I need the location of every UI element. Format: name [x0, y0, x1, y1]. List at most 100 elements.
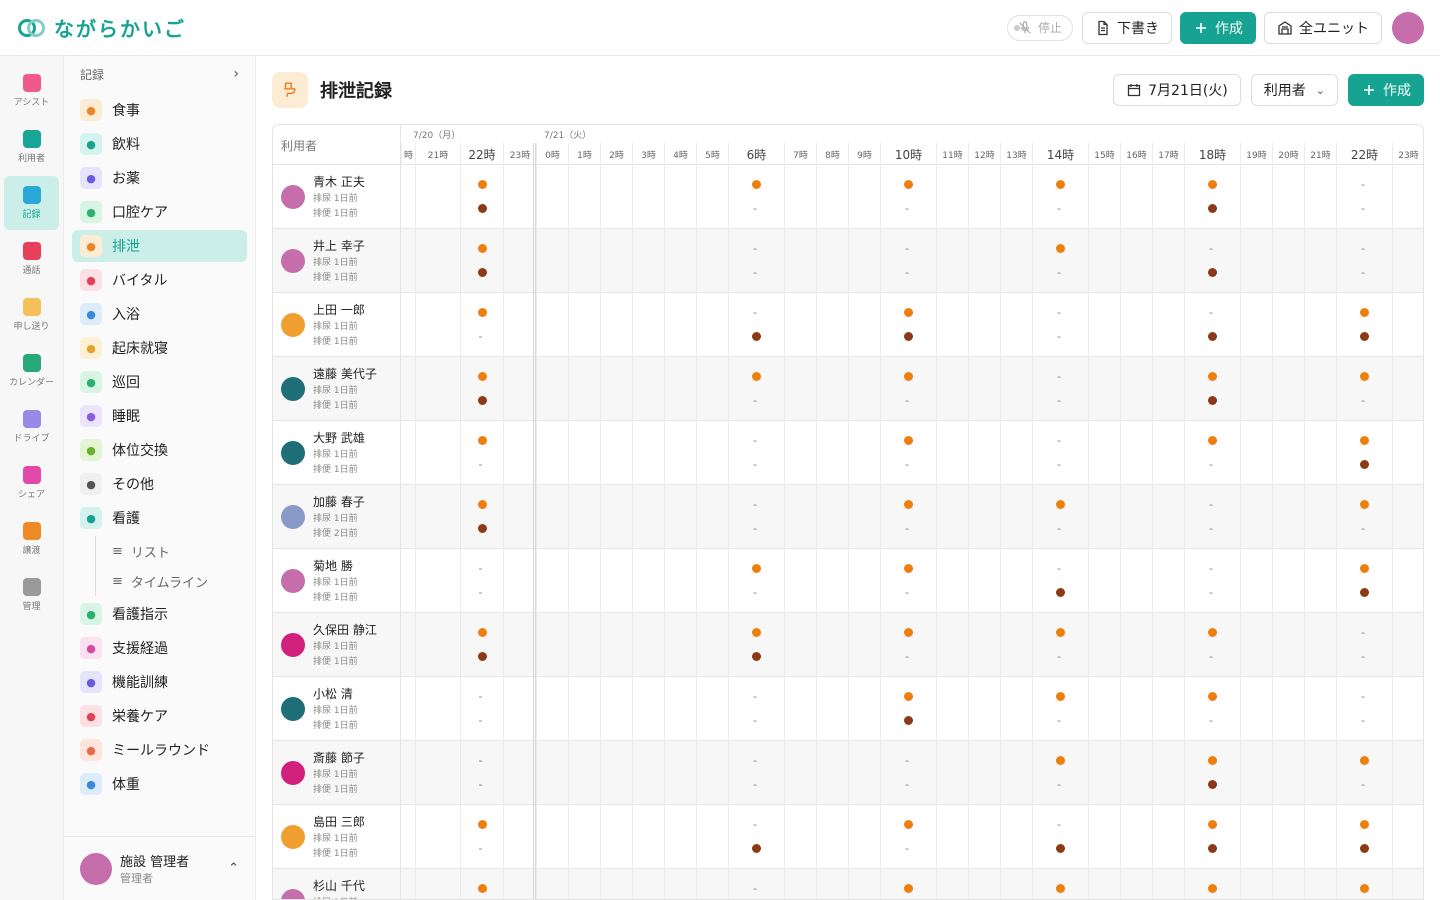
- urination-mark[interactable]: [904, 820, 913, 829]
- nav-item-items2-4[interactable]: ● ミールラウンド: [72, 734, 247, 766]
- urination-mark[interactable]: [904, 628, 913, 637]
- urination-mark[interactable]: [1208, 692, 1217, 701]
- resident-cell[interactable]: 井上 幸子 排尿 1日前 排便 1日前: [273, 229, 401, 293]
- defecation-mark[interactable]: [477, 396, 487, 405]
- defecation-mark[interactable]: [477, 652, 487, 661]
- rail-item-3[interactable]: 通話: [4, 232, 59, 286]
- nav-item-items-5[interactable]: ● バイタル: [72, 264, 247, 296]
- nav-item-items-1[interactable]: ● 飲料: [72, 128, 247, 160]
- defecation-mark[interactable]: [1208, 780, 1217, 789]
- urination-mark[interactable]: [904, 308, 913, 317]
- nav-item-items2-1[interactable]: ● 支援経過: [72, 632, 247, 664]
- unit-selector[interactable]: 全ユニット: [1264, 11, 1382, 44]
- urination-mark[interactable]: [477, 372, 487, 381]
- rail-item-1[interactable]: 利用者: [4, 120, 59, 174]
- rail-item-0[interactable]: アシスト: [4, 64, 59, 118]
- subnav-header[interactable]: 記録 ›: [64, 56, 255, 92]
- nav-item-items-3[interactable]: ● 口腔ケア: [72, 196, 247, 228]
- urination-mark[interactable]: [477, 308, 487, 317]
- table-row[interactable]: 井上 幸子 排尿 1日前 排便 1日前 - - - - - - - -: [273, 229, 1423, 293]
- rail-item-9[interactable]: 管理: [4, 568, 59, 622]
- rail-item-8[interactable]: 譲渡: [4, 512, 59, 566]
- urination-mark[interactable]: [752, 628, 761, 637]
- urination-mark[interactable]: [1208, 756, 1217, 765]
- urination-mark[interactable]: [1360, 436, 1369, 445]
- nav-item-items2-0[interactable]: ● 看護指示: [72, 598, 247, 630]
- urination-mark[interactable]: [1360, 308, 1369, 317]
- defecation-mark[interactable]: [1208, 844, 1217, 853]
- nav-subitem-1[interactable]: ≡ タイムライン: [64, 566, 255, 596]
- urination-mark[interactable]: [1360, 820, 1369, 829]
- defecation-mark[interactable]: [1208, 332, 1217, 341]
- resident-cell[interactable]: 上田 一郎 排尿 1日前 排便 1日前: [273, 293, 401, 357]
- resident-cell[interactable]: 久保田 静江 排尿 1日前 排便 1日前: [273, 613, 401, 677]
- defecation-mark[interactable]: [1360, 844, 1369, 853]
- urination-mark[interactable]: [477, 500, 487, 509]
- table-row[interactable]: 杉山 千代排尿 1日前排便 1日前-------: [273, 869, 1423, 899]
- urination-mark[interactable]: [477, 628, 487, 637]
- app-logo[interactable]: ながらかいご: [18, 13, 186, 42]
- urination-mark[interactable]: [477, 436, 487, 445]
- urination-mark[interactable]: [1208, 436, 1217, 445]
- urination-mark[interactable]: [904, 372, 913, 381]
- urination-mark[interactable]: [1208, 820, 1217, 829]
- resident-cell[interactable]: 遠藤 美代子 排尿 1日前 排便 1日前: [273, 357, 401, 421]
- urination-mark[interactable]: [904, 564, 913, 573]
- nav-item-items-9[interactable]: ● 睡眠: [72, 400, 247, 432]
- defecation-mark[interactable]: [477, 268, 487, 277]
- defecation-mark[interactable]: [1360, 332, 1369, 341]
- urination-mark[interactable]: [1360, 884, 1369, 893]
- urination-mark[interactable]: [477, 820, 487, 829]
- urination-mark[interactable]: [904, 500, 913, 509]
- defecation-mark[interactable]: [1208, 396, 1217, 405]
- table-row[interactable]: 遠藤 美代子 排尿 1日前 排便 1日前 - - - - -: [273, 357, 1423, 421]
- defecation-mark[interactable]: [1208, 268, 1217, 277]
- urination-mark[interactable]: [1056, 756, 1065, 765]
- resident-cell[interactable]: 加藤 春子 排尿 1日前 排便 2日前: [273, 485, 401, 549]
- rail-item-5[interactable]: カレンダー: [4, 344, 59, 398]
- rail-item-6[interactable]: ドライブ: [4, 400, 59, 454]
- table-row[interactable]: 上田 一郎 排尿 1日前 排便 1日前 - - - - -: [273, 293, 1423, 357]
- resident-cell[interactable]: 菊地 勝排尿 1日前 排便 1日前: [273, 549, 401, 613]
- rail-item-2[interactable]: 記録: [4, 176, 59, 230]
- nav-subitem-0[interactable]: ≡ リスト: [64, 536, 255, 566]
- urination-mark[interactable]: [1208, 884, 1217, 893]
- nav-item-items2-3[interactable]: ● 栄養ケア: [72, 700, 247, 732]
- urination-mark[interactable]: [1208, 180, 1217, 189]
- table-row[interactable]: 斎藤 節子 排尿 1日前 排便 1日前 - - - - - - - -: [273, 741, 1423, 805]
- nav-item-items-8[interactable]: ● 巡回: [72, 366, 247, 398]
- create-record-button[interactable]: 作成: [1348, 74, 1424, 106]
- defecation-mark[interactable]: [1056, 844, 1065, 853]
- nav-item-items-12[interactable]: ● 看護: [72, 502, 247, 534]
- defecation-mark[interactable]: [752, 844, 761, 853]
- urination-mark[interactable]: [1056, 244, 1065, 253]
- table-row[interactable]: 島田 三郎 排尿 1日前 排便 1日前 - - - -: [273, 805, 1423, 869]
- urination-mark[interactable]: [1056, 180, 1065, 189]
- urination-mark[interactable]: [477, 244, 487, 253]
- urination-mark[interactable]: [477, 884, 487, 893]
- urination-mark[interactable]: [1208, 372, 1217, 381]
- draft-button[interactable]: 下書き: [1082, 11, 1172, 44]
- defecation-mark[interactable]: [1360, 460, 1369, 469]
- defecation-mark[interactable]: [477, 524, 487, 533]
- table-row[interactable]: 加藤 春子 排尿 1日前 排便 2日前 - - - - - - -: [273, 485, 1423, 549]
- table-row[interactable]: 久保田 静江 排尿 1日前 排便 1日前 - - - - -: [273, 613, 1423, 677]
- resident-cell[interactable]: 青木 正夫 排尿 1日前 排便 1日前: [273, 165, 401, 229]
- date-picker-button[interactable]: 7月21日(火): [1113, 74, 1241, 106]
- nav-item-items-10[interactable]: ● 体位交換: [72, 434, 247, 466]
- resident-cell[interactable]: 大野 武雄 排尿 1日前 排便 1日前: [273, 421, 401, 485]
- resident-cell[interactable]: 斎藤 節子 排尿 1日前 排便 1日前: [273, 741, 401, 805]
- defecation-mark[interactable]: [752, 332, 761, 341]
- stop-toggle[interactable]: 停止: [1006, 14, 1073, 41]
- urination-mark[interactable]: [752, 564, 761, 573]
- nav-item-items2-5[interactable]: ● 体重: [72, 768, 247, 800]
- defecation-mark[interactable]: [904, 716, 913, 725]
- urination-mark[interactable]: [1056, 500, 1065, 509]
- defecation-mark[interactable]: [477, 204, 487, 213]
- table-row[interactable]: 大野 武雄 排尿 1日前 排便 1日前 - - - - - - -: [273, 421, 1423, 485]
- resident-cell[interactable]: 島田 三郎 排尿 1日前 排便 1日前: [273, 805, 401, 869]
- defecation-mark[interactable]: [1056, 588, 1065, 597]
- urination-mark[interactable]: [752, 180, 761, 189]
- table-row[interactable]: 菊地 勝排尿 1日前 排便 1日前 - - - - - - -: [273, 549, 1423, 613]
- urination-mark[interactable]: [1360, 756, 1369, 765]
